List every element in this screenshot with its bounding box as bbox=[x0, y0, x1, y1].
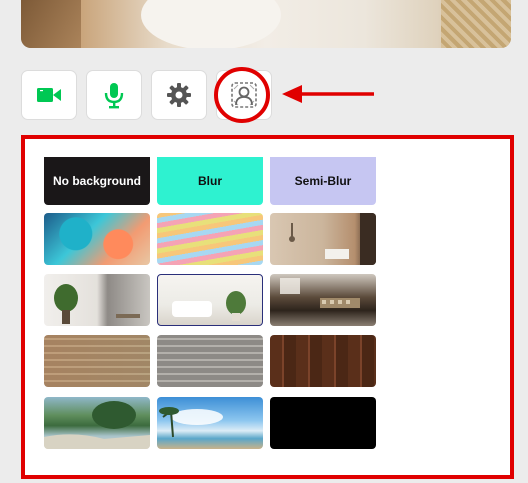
background-room-lamp[interactable] bbox=[270, 213, 376, 265]
preview-decor bbox=[21, 0, 81, 48]
microphone-icon bbox=[104, 83, 124, 109]
camera-button[interactable] bbox=[21, 70, 77, 120]
plant-room-scene bbox=[54, 284, 140, 324]
no-background-option[interactable]: No background bbox=[44, 157, 150, 205]
blur-option[interactable]: Blur bbox=[157, 157, 263, 205]
beach-scene bbox=[44, 401, 150, 449]
background-plant-room[interactable] bbox=[44, 274, 150, 326]
preview-decor bbox=[441, 0, 511, 48]
settings-button[interactable] bbox=[151, 70, 207, 120]
gear-icon bbox=[167, 83, 191, 107]
annotation-circle bbox=[214, 67, 270, 123]
background-gray-brick-wall[interactable] bbox=[157, 335, 263, 387]
cafe-scene bbox=[280, 278, 360, 308]
video-preview bbox=[21, 0, 511, 48]
background-painted-brick-wall[interactable] bbox=[44, 335, 150, 387]
background-abstract-color[interactable] bbox=[44, 213, 150, 265]
background-living-room[interactable] bbox=[157, 274, 263, 326]
sky-scene bbox=[159, 407, 223, 438]
background-black[interactable] bbox=[270, 397, 376, 449]
video-camera-icon bbox=[37, 88, 61, 102]
background-tropical-beach[interactable] bbox=[44, 397, 150, 449]
annotation-arrow bbox=[282, 85, 374, 103]
background-cafe-interior[interactable] bbox=[270, 274, 376, 326]
room-lamp-scene bbox=[289, 213, 376, 265]
microphone-button[interactable] bbox=[86, 70, 142, 120]
background-options-panel: No background Blur Semi-Blur bbox=[21, 135, 514, 479]
living-room-scene bbox=[172, 291, 246, 321]
background-wood-panels[interactable] bbox=[270, 335, 376, 387]
background-wavy-lines[interactable] bbox=[157, 213, 263, 265]
background-sky-beach[interactable] bbox=[157, 397, 263, 449]
semi-blur-option[interactable]: Semi-Blur bbox=[270, 157, 376, 205]
preview-decor bbox=[141, 0, 281, 48]
